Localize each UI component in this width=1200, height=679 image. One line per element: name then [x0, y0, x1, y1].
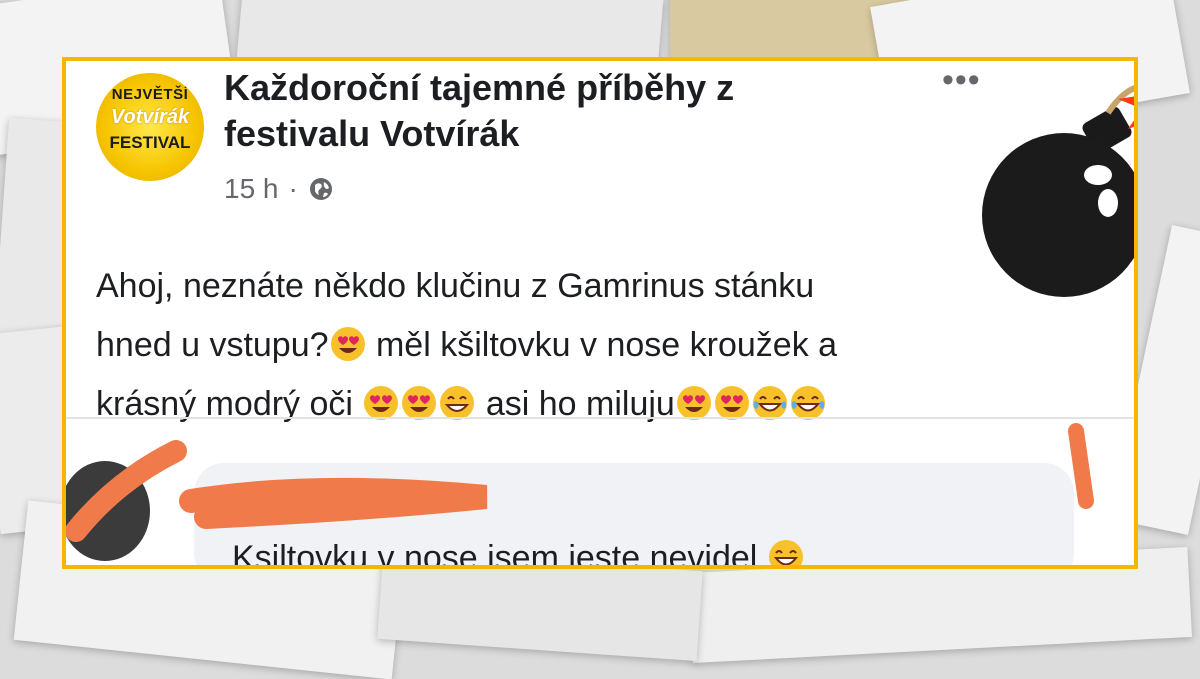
- post-card: NEJVĚTŠÍ Votvírák FESTIVAL Každoroční ta…: [62, 57, 1138, 569]
- bomb-icon: [982, 73, 1134, 297]
